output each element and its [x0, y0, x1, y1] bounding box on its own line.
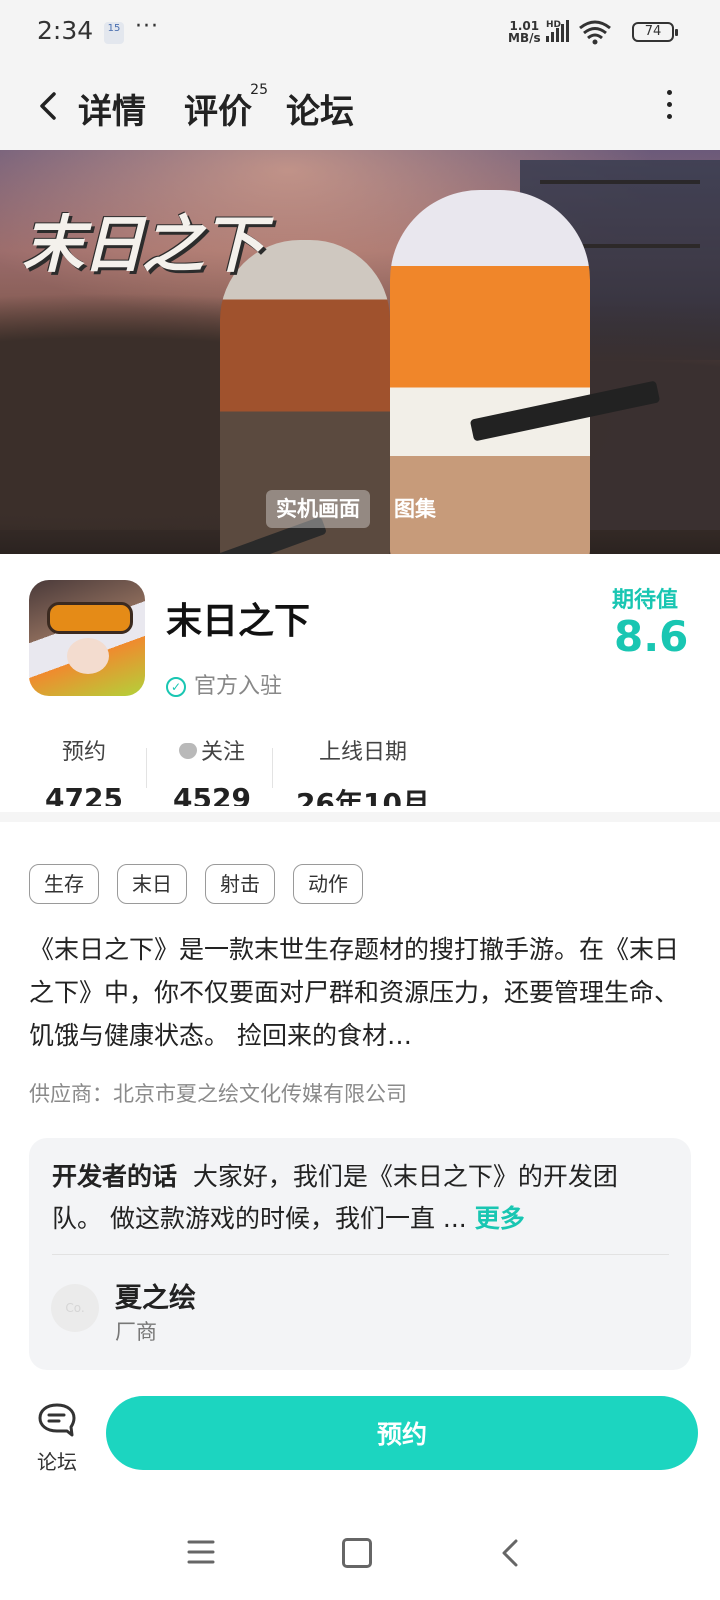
game-logo: 末日之下: [22, 208, 264, 281]
supplier-info: 供应商：北京市夏之绘文化传媒有限公司: [29, 1082, 407, 1106]
stat-value: 4529: [173, 782, 251, 806]
tab-forum-label: 论坛: [286, 92, 354, 132]
tab-review[interactable]: 评价 25: [184, 82, 268, 133]
stat-divider: [146, 748, 147, 788]
more-dot: [666, 102, 672, 107]
tab-detail[interactable]: 详情: [76, 84, 148, 137]
home-icon[interactable]: [342, 1538, 372, 1568]
tag-chip[interactable]: 动作: [293, 864, 363, 904]
tag-chip[interactable]: 射击: [205, 864, 275, 904]
game-banner[interactable]: 末日之下 实机画面 图集: [0, 150, 720, 554]
card-divider: [52, 1254, 669, 1255]
top-nav: 详情 评价 25 论坛: [0, 64, 720, 150]
stat-label: 关注: [200, 740, 245, 765]
developer-heading: 开发者的话: [52, 1162, 178, 1191]
developer-card[interactable]: 开发者的话 大家好，我们是《末日之下》的开发团队。 做这款游戏的时候，我们一直 …: [29, 1138, 691, 1370]
developer-name[interactable]: 夏之绘: [115, 1276, 196, 1315]
more-options-button[interactable]: [664, 90, 674, 126]
tab-forum[interactable]: 论坛: [286, 84, 354, 133]
stat-reservations: 预约 4725: [38, 734, 130, 806]
heart-icon: [178, 743, 197, 759]
more-dot: [666, 114, 672, 119]
system-nav-bar: [0, 1520, 720, 1600]
status-icons: HD: [546, 18, 626, 50]
calendar-icon: 15: [104, 22, 124, 44]
signal-wifi-icon: HD: [546, 20, 611, 45]
review-count-badge: 25: [250, 82, 268, 98]
official-badge: ✓ 官方入驻: [166, 668, 282, 700]
tab-gameplay-footage[interactable]: 实机画面: [266, 490, 370, 528]
forum-label: 论坛: [37, 1450, 77, 1474]
system-back-icon[interactable]: [498, 1538, 522, 1568]
status-bar: 2:34 15 ··· 1.01 MB/s HD 74: [0, 0, 720, 64]
app-icon: [29, 580, 145, 696]
battery-icon: 74: [632, 22, 678, 42]
stat-label: 上线日期: [318, 740, 407, 765]
back-arrow-icon: [40, 92, 56, 120]
developer-role: 厂商: [115, 1320, 157, 1344]
official-label: 官方入驻: [194, 674, 283, 699]
back-button[interactable]: [30, 86, 70, 126]
developer-avatar[interactable]: Co.: [51, 1284, 99, 1332]
recent-apps-icon[interactable]: [186, 1538, 216, 1566]
network-speed: 1.01 MB/s: [508, 20, 541, 44]
more-notifications-icon: ···: [135, 14, 159, 39]
app-title: 末日之下: [166, 601, 311, 642]
more-dot: [666, 90, 672, 95]
verified-check-icon: ✓: [166, 677, 186, 697]
tag-chip[interactable]: 末日: [117, 864, 187, 904]
forum-button[interactable]: 论坛: [30, 1402, 84, 1474]
more-link[interactable]: 更多: [475, 1204, 525, 1233]
stat-value: 26年10月: [296, 787, 430, 806]
expectation-label: 期待值: [612, 588, 679, 613]
stat-release-date: 上线日期 26年10月: [296, 734, 430, 806]
stat-value: 4725: [45, 782, 123, 806]
tab-detail-label: 详情: [78, 92, 146, 132]
network-speed-unit: MB/s: [508, 31, 541, 45]
stat-followers[interactable]: 关注 4529: [162, 734, 262, 806]
developer-message: 开发者的话 大家好，我们是《末日之下》的开发团队。 做这款游戏的时候，我们一直 …: [52, 1156, 652, 1240]
status-time: 2:34: [37, 16, 94, 45]
expectation-score: 8.6: [614, 612, 689, 661]
tag-chip[interactable]: 生存: [29, 864, 99, 904]
stat-label: 预约: [61, 740, 106, 765]
reserve-button[interactable]: 预约: [106, 1396, 698, 1470]
section-divider: [0, 812, 720, 822]
stat-divider: [272, 748, 273, 788]
chat-bubble-icon: [38, 1403, 76, 1437]
tab-gallery[interactable]: 图集: [384, 490, 446, 528]
game-description[interactable]: 《末日之下》是一款末世生存题材的搜打撤手游。在《末日之下》中，你不仅要面对尸群和…: [29, 928, 689, 1057]
tab-review-label: 评价: [184, 92, 252, 132]
stat-label-row: 关注: [162, 734, 262, 766]
